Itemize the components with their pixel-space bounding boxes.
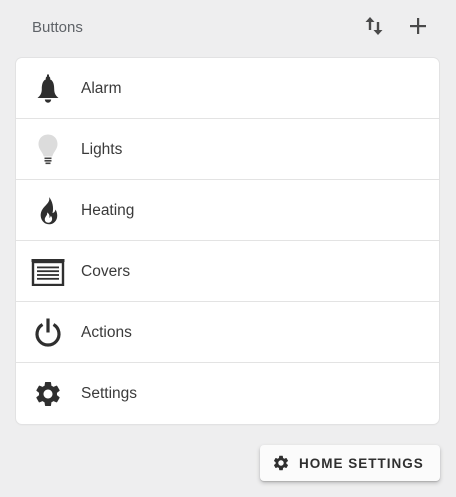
list-item-label: Heating [81,202,135,219]
list-item-label: Lights [81,141,123,158]
section-header: Buttons [0,0,456,56]
list-item-settings[interactable]: Settings [16,363,439,423]
add-button[interactable] [404,12,432,40]
list-item-heating[interactable]: Heating [16,180,439,241]
buttons-list: Alarm Lights Heating Covers Actions Sett… [16,58,439,424]
home-settings-label: HOME SETTINGS [299,455,424,471]
list-item-label: Actions [81,324,132,341]
section-title: Buttons [32,19,83,36]
list-item-label: Covers [81,263,131,280]
lightbulb-icon [30,133,66,166]
gear-icon [30,377,66,410]
plus-icon [410,18,426,34]
list-item-label: Alarm [81,80,122,97]
home-settings-button[interactable]: HOME SETTINGS [260,445,440,481]
fire-icon [30,194,66,227]
bell-icon [30,72,66,105]
buttons-page: Buttons Alarm Lights Heating Covers Acti… [0,0,456,497]
list-item-actions[interactable]: Actions [16,302,439,363]
list-item-label: Settings [81,385,138,402]
list-item-covers[interactable]: Covers [16,241,439,302]
swap-vertical-icon [365,17,383,35]
power-icon [30,316,66,349]
gear-icon [272,454,290,472]
blinds-icon [30,255,66,288]
sort-button[interactable] [360,12,388,40]
list-item-alarm[interactable]: Alarm [16,58,439,119]
list-item-lights[interactable]: Lights [16,119,439,180]
